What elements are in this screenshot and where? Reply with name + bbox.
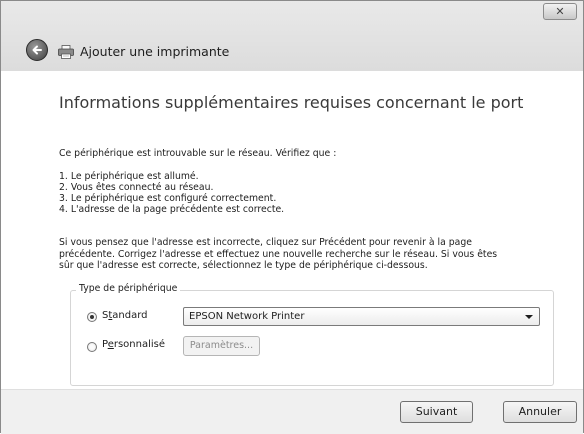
next-button[interactable]: Suivant	[400, 401, 473, 423]
checklist-item: 2. Vous êtes connecté au réseau.	[59, 182, 214, 193]
standard-radio-label[interactable]: Standard	[102, 310, 148, 321]
dropdown-value: EPSON Network Printer	[189, 311, 305, 322]
add-printer-window: ✕ Ajouter une imprimante Informations su…	[0, 0, 584, 434]
paragraph-line: sûr que l'adresse est correcte, sélectio…	[59, 260, 428, 271]
page-heading: Informations supplémentaires requises co…	[59, 93, 524, 112]
wizard-footer	[1, 389, 583, 434]
window-title: Ajouter une imprimante	[80, 44, 230, 59]
standard-device-dropdown[interactable]: EPSON Network Printer	[183, 307, 540, 326]
wizard-content: Informations supplémentaires requises co…	[1, 71, 583, 389]
printer-icon	[58, 45, 74, 59]
checklist-item: 4. L'adresse de la page précédente est c…	[59, 204, 285, 215]
back-button[interactable]	[26, 39, 48, 61]
label-text: rsonnalisé	[113, 339, 166, 350]
chevron-down-icon	[525, 315, 533, 319]
label-text: andard	[112, 310, 148, 321]
custom-radio-label[interactable]: Personnalisé	[102, 339, 165, 350]
checklist-item: 3. Le périphérique est configuré correct…	[59, 193, 277, 204]
custom-radio[interactable]	[87, 342, 97, 352]
parameters-button[interactable]: Paramètres...	[183, 336, 260, 356]
title-bar: ✕ Ajouter une imprimante	[1, 1, 583, 71]
device-type-group	[70, 290, 554, 386]
paragraph-line: Si vous pensez que l'adresse est incorre…	[59, 237, 473, 248]
cancel-button[interactable]: Annuler	[503, 401, 577, 423]
back-arrow-icon	[32, 45, 42, 55]
standard-radio[interactable]	[87, 312, 97, 322]
close-icon: ✕	[555, 5, 565, 18]
checklist-item: 1. Le périphérique est allumé.	[59, 171, 199, 182]
paragraph-line: précédente. Corrigez l'adresse et effect…	[59, 248, 498, 260]
device-type-legend: Type de périphérique	[76, 283, 181, 294]
instructions-paragraph: Si vous pensez que l'adresse est incorre…	[59, 237, 549, 272]
radio-selected-dot	[90, 315, 94, 319]
close-button[interactable]: ✕	[543, 3, 577, 20]
intro-text: Ce périphérique est introuvable sur le r…	[59, 148, 337, 159]
